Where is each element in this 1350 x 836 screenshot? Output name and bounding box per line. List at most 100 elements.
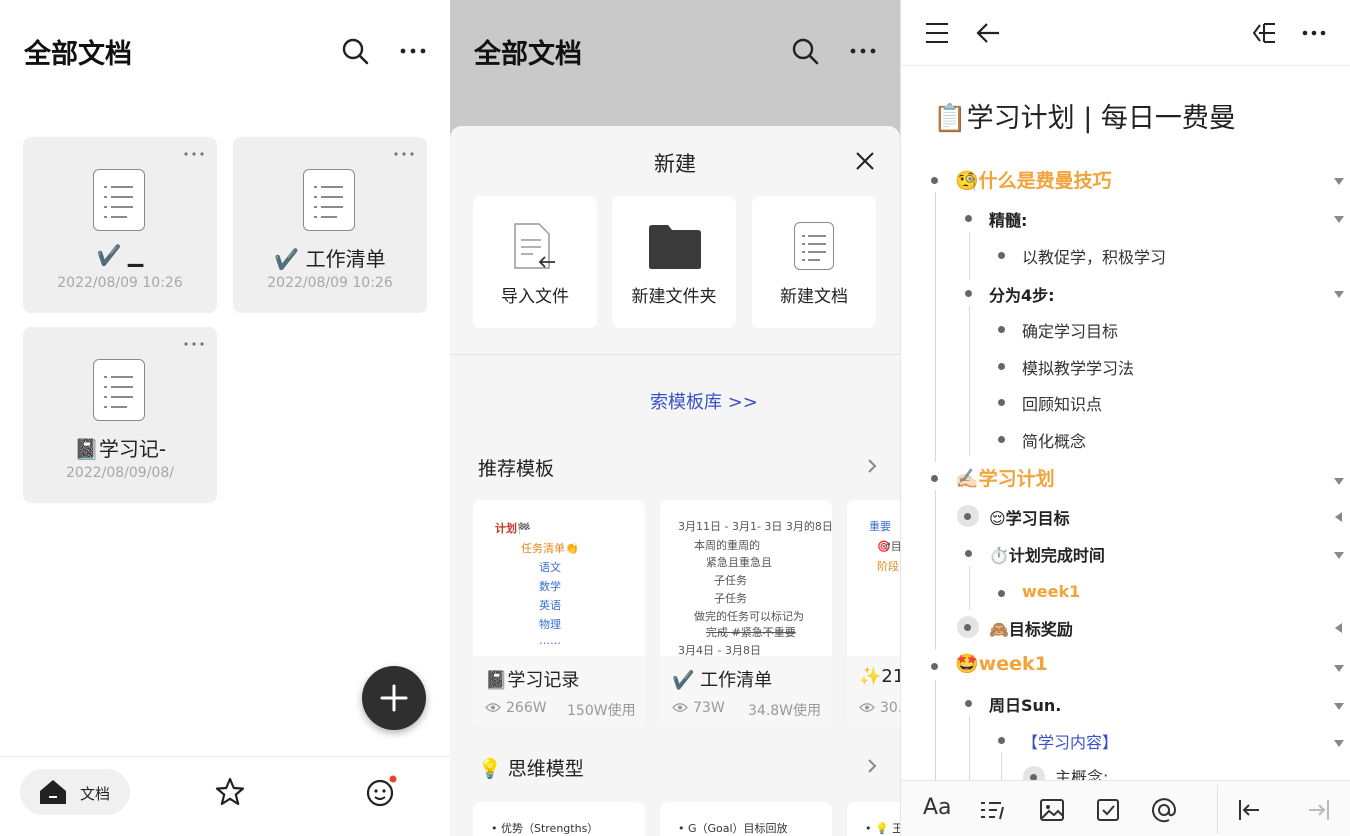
bottom-nav: 文档 [0,756,450,836]
outline-item[interactable]: 😌学习目标 [957,505,1070,529]
card-more-icon[interactable] [393,147,415,161]
collapse-icon[interactable] [1334,665,1344,672]
template-uses: 150W使用 [567,703,636,719]
document-title[interactable]: 📋学习计划 | 每日一费曼 [933,96,1236,135]
doc-list-panel: 全部文档 ✔️ ▁ 2022/08/09 10:26 ✔️ 工作清单 2022/… [0,0,450,836]
outline-item[interactable]: week1 [998,582,1080,601]
doc-card-name: ✔️ ▁ [96,243,144,267]
outline-guide [969,232,970,280]
list-format-icon[interactable] [979,797,1005,823]
template-library-link[interactable]: 索模板库 >> [650,388,758,414]
preview-line: 子任务 [714,574,747,587]
template-views: 30. [880,700,900,716]
eye-icon [859,703,875,712]
outline-item[interactable]: 回顾知识点 [998,391,1102,415]
outline-item[interactable]: 🧐什么是费曼技巧 [931,166,1112,193]
new-doc-label: 新建文档 [780,287,848,307]
outline-item[interactable]: ✍🏻学习计划 [931,464,1055,491]
mention-icon[interactable] [1151,797,1177,823]
outline-item[interactable]: 周日Sun. [965,692,1061,716]
card-more-icon[interactable] [183,147,205,161]
nav-docs-tab[interactable]: 文档 [20,769,130,815]
template-preview: 计划🏁 任务清单👏 语文 数学 英语 物理 …… [473,500,645,656]
home-icon [40,780,66,804]
search-icon[interactable] [340,36,370,66]
outline-guide [969,306,970,456]
new-folder-button[interactable]: 新建文件夹 [612,196,736,328]
profile-icon[interactable] [364,775,398,809]
collapse-icon[interactable] [1334,216,1344,223]
preview-line: 完成 #紧急不重要 [706,626,796,639]
chevron-right-icon[interactable] [866,458,878,474]
outline-guide [935,192,936,462]
template-card[interactable]: • 优势（Strengths） [473,802,645,836]
import-file-button[interactable]: 导入文件 [473,196,597,328]
star-icon[interactable] [215,777,245,807]
card-more-icon[interactable] [183,337,205,351]
document-icon [93,359,145,421]
search-icon[interactable] [790,36,820,66]
collapse-icon[interactable] [1334,178,1344,185]
outline-item[interactable]: 🙈目标奖励 [957,616,1073,640]
outline-guide [935,490,936,650]
preview-line: 重要 [869,520,891,533]
preview-line: • 💡 王 [865,822,900,835]
outline-item[interactable]: 【学习内容】 [998,729,1118,753]
indent-icon[interactable] [1305,797,1331,823]
template-card[interactable]: 重要 🎯目 阶段 ✨21 30. [847,500,900,728]
more-icon[interactable] [398,36,428,66]
back-icon[interactable] [975,22,1001,44]
outline-item[interactable]: 🤩week1 [931,652,1048,675]
import-file-label: 导入文件 [501,287,569,307]
template-card[interactable]: • G（Goal）目标回放 [660,802,832,836]
image-icon[interactable] [1039,797,1065,823]
doc-card[interactable]: ✔️ 工作清单 2022/08/09 10:26 [233,137,427,313]
font-format-button[interactable]: Aa [923,795,952,820]
outline-item[interactable]: 以教促学，积极学习 [998,244,1166,268]
collapse-icon[interactable] [1334,478,1344,485]
add-button[interactable] [362,666,426,730]
new-doc-button[interactable]: 新建文档 [752,196,876,328]
collapse-icon[interactable] [1334,740,1344,747]
outline-guide [935,680,936,780]
template-card[interactable]: 计划🏁 任务清单👏 语文 数学 英语 物理 …… 📓学习记录 266W 150W… [473,500,645,728]
folder-icon [649,225,701,269]
chevron-right-icon[interactable] [866,758,878,774]
eye-icon [672,703,688,712]
template-name: ✔️ 工作清单 [672,670,773,691]
checkbox-icon[interactable] [1095,797,1121,823]
preview-line: 任务清单👏 [521,542,579,555]
outline-item[interactable]: 模拟教学学习法 [998,355,1134,379]
page-title: 全部文档 [24,39,132,70]
preview-line: 物理 [539,618,561,631]
doc-card[interactable]: ✔️ ▁ 2022/08/09 10:26 [23,137,217,313]
outline-toggle-icon[interactable] [1251,20,1277,46]
expand-icon[interactable] [1335,623,1342,633]
close-icon[interactable] [854,150,876,172]
doc-card[interactable]: 📓学习记- 2022/08/09/08/ [23,327,217,503]
template-uses: 34.8W使用 [748,703,822,719]
outline-item[interactable]: 分为4步: [965,282,1055,306]
outline-item[interactable]: 确定学习目标 [998,318,1118,342]
template-views: 266W [506,700,547,716]
preview-line: …… [539,634,561,647]
document-icon [93,169,145,231]
collapse-icon[interactable] [1334,703,1344,710]
preview-line: • G（Goal）目标回放 [678,822,788,835]
preview-line: 🎯目 [877,540,900,553]
collapse-icon[interactable] [1334,291,1344,298]
template-card[interactable]: • 💡 王 [847,802,900,836]
outline-item[interactable]: 简化概念 [998,428,1086,452]
new-sheet-panel: 全部文档 新建 导入文件 新建文件夹 新建文档 索模板库 >> 推荐模板 计划🏁… [450,0,900,836]
template-card[interactable]: 3月11日 - 3月1- 3日 3月的8日 本周的重周的 紧急且重急且 子任务 … [660,500,832,728]
collapse-icon[interactable] [1334,552,1344,559]
more-icon[interactable] [848,36,878,66]
outdent-icon[interactable] [1237,797,1263,823]
outline-item[interactable]: ⏱️计划完成时间 [965,542,1105,566]
outline-item[interactable]: 精髓: [965,207,1027,231]
more-icon[interactable] [1301,22,1327,44]
template-footer: ✨21 30. [847,656,900,728]
doc-card-name: ✔️ 工作清单 [274,247,386,271]
menu-icon[interactable] [925,22,949,44]
expand-icon[interactable] [1335,512,1342,522]
